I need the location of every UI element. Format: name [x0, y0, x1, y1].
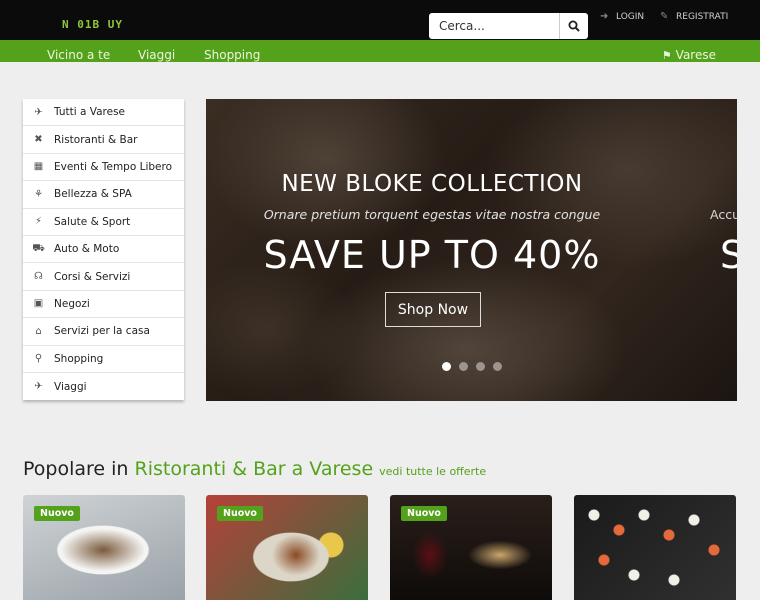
sidebar-item-corsi[interactable]: ☊ Corsi & Servizi [23, 263, 184, 291]
search-input[interactable] [429, 13, 559, 39]
deal-card[interactable] [574, 495, 736, 600]
site-logo[interactable]: N 01B UY [62, 18, 123, 31]
slider-dot[interactable] [476, 362, 485, 371]
sidebar-item-label: Salute & Sport [54, 215, 131, 228]
home-icon: ⌂ [35, 325, 42, 337]
deal-card[interactable]: Nuovo [206, 495, 368, 600]
sidebar-item-bellezza[interactable]: ⚘ Bellezza & SPA [23, 181, 184, 209]
new-badge: Nuovo [401, 506, 447, 521]
location-label: Varese [675, 48, 716, 62]
plane-icon: ✈ [34, 106, 43, 118]
search-button[interactable] [559, 13, 588, 39]
sidebar-item-shopping[interactable]: ⚲ Shopping [23, 346, 184, 373]
sidebar-item-eventi[interactable]: ▦ Eventi & Tempo Libero [23, 154, 184, 182]
login-icon: ➜ [600, 11, 609, 22]
slider-dot[interactable] [493, 362, 502, 371]
sidebar-item-salute[interactable]: ⚡ Salute & Sport [23, 209, 184, 236]
calendar-icon: ▦ [33, 161, 44, 173]
nav-item-vicino[interactable]: Vicino a te [47, 48, 110, 62]
sidebar-item-label: Servizi per la casa [54, 325, 150, 338]
sidebar-item-viaggi[interactable]: ✈ Viaggi [23, 373, 184, 400]
plane-icon: ✈ [34, 381, 43, 393]
popular-category[interactable]: Ristoranti & Bar a Varese [135, 458, 374, 480]
sidebar-item-label: Corsi & Servizi [54, 270, 131, 283]
slider-dot[interactable] [459, 362, 468, 371]
next-slide-headline: S [720, 233, 737, 277]
bolt-icon: ⚡ [34, 216, 43, 228]
new-badge: Nuovo [34, 506, 80, 521]
popular-prefix: Popolare in [23, 458, 129, 480]
slide-headline: SAVE UP TO 40% [263, 233, 601, 277]
sidebar-item-casa[interactable]: ⌂ Servizi per la casa [23, 318, 184, 346]
shop-now-button[interactable]: Shop Now [385, 292, 481, 327]
spa-icon: ⚘ [34, 188, 43, 200]
slide-title: NEW BLOKE COLLECTION [281, 171, 583, 197]
cart-icon: ⚲ [34, 353, 43, 365]
category-sidebar: ✈ Tutti a Varese ✖ Ristoranti & Bar ▦ Ev… [23, 99, 184, 401]
nav-bar [0, 40, 760, 62]
login-link[interactable]: ➜ LOGIN [600, 10, 644, 24]
cutlery-icon: ✖ [34, 134, 43, 146]
sidebar-item-tutti[interactable]: ✈ Tutti a Varese [23, 99, 184, 127]
nav-item-shopping[interactable]: Shopping [204, 48, 260, 62]
slide-subtitle: Ornare pretium torquent egestas vitae no… [263, 207, 601, 222]
new-badge: Nuovo [217, 506, 263, 521]
sidebar-item-label: Eventi & Tempo Libero [54, 160, 173, 173]
sidebar-item-label: Negozi [54, 297, 90, 310]
sidebar-item-auto[interactable]: ⛟ Auto & Moto [23, 236, 184, 264]
sidebar-item-label: Bellezza & SPA [54, 188, 132, 201]
deal-card[interactable]: Nuovo [23, 495, 185, 600]
sidebar-item-label: Viaggi [54, 380, 87, 393]
sidebar-item-ristoranti[interactable]: ✖ Ristoranti & Bar [23, 126, 184, 154]
sidebar-item-label: Ristoranti & Bar [54, 133, 138, 146]
hero-slider[interactable]: NEW BLOKE COLLECTION Ornare pretium torq… [206, 99, 737, 401]
login-label: LOGIN [616, 12, 645, 22]
deal-card[interactable]: Nuovo [390, 495, 552, 600]
register-label: REGISTRATI [676, 12, 729, 22]
briefcase-icon: ▣ [33, 298, 44, 310]
popular-section-title: Popolare in Ristoranti & Bar a Varese ve… [23, 458, 486, 480]
edit-icon: ✎ [660, 11, 669, 22]
sidebar-item-label: Tutti a Varese [54, 106, 126, 119]
slider-dots [442, 362, 502, 371]
nav-item-viaggi[interactable]: Viaggi [138, 48, 175, 62]
sidebar-item-label: Auto & Moto [54, 243, 120, 256]
headphones-icon: ☊ [34, 271, 43, 283]
search-icon [568, 20, 580, 32]
search-box [429, 13, 588, 39]
next-slide-subtitle: Accu [710, 207, 737, 222]
sidebar-item-negozi[interactable]: ▣ Negozi [23, 291, 184, 319]
slider-dot[interactable] [442, 362, 451, 371]
car-icon: ⛟ [32, 242, 45, 254]
sidebar-item-label: Shopping [54, 352, 104, 365]
view-all-offers-link[interactable]: vedi tutte le offerte [379, 465, 486, 478]
map-marker-icon: ⚑ [661, 48, 672, 62]
register-link[interactable]: ✎ REGISTRATI [660, 10, 728, 24]
location-selector[interactable]: ⚑ Varese [662, 48, 716, 62]
